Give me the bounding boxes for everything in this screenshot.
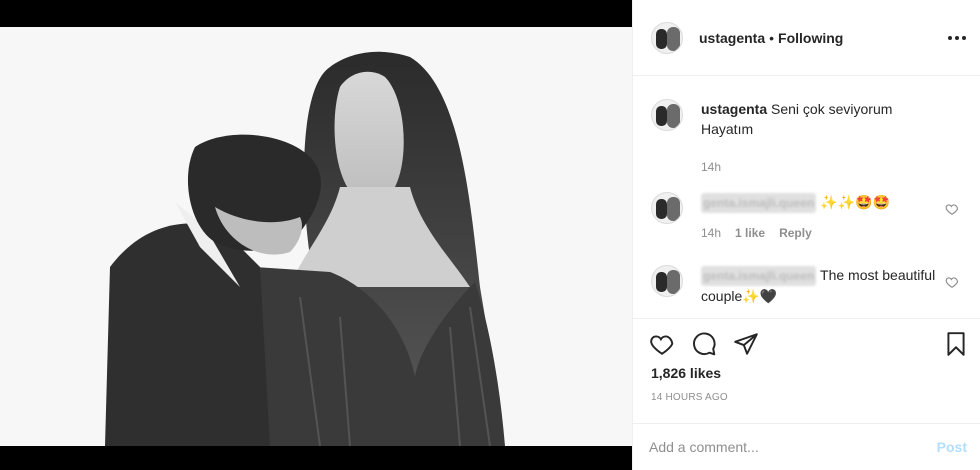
comment-item: genta.ismajli.queen The most beautiful c… — [651, 265, 971, 306]
caption-avatar[interactable] — [651, 99, 683, 131]
post-media[interactable] — [0, 0, 632, 470]
post-actions: 1,826 likes 14 HOURS AGO — [633, 318, 980, 428]
reply-button[interactable]: Reply — [779, 223, 812, 243]
post-photo[interactable] — [0, 27, 632, 446]
bookmark-icon[interactable] — [943, 331, 969, 357]
author-username[interactable]: ustagenta — [699, 30, 765, 46]
comment-input[interactable] — [649, 439, 919, 455]
separator-dot: • — [769, 29, 775, 46]
commenter-avatar[interactable] — [651, 265, 683, 297]
header-text: ustagenta • Following — [699, 30, 843, 46]
post-timestamp[interactable]: 14 HOURS AGO — [651, 392, 728, 403]
comment-item: genta.ismajli.queen ✨✨🤩🤩 14h 1 like Repl… — [651, 192, 971, 243]
comment-like-icon[interactable] — [945, 275, 959, 289]
comment-likes[interactable]: 1 like — [735, 223, 765, 243]
add-comment-bar: Post — [633, 423, 980, 470]
post-header: ustagenta • Following — [633, 0, 980, 76]
commenter-username[interactable]: genta.ismajli.queen — [701, 193, 817, 213]
couple-photo — [0, 27, 632, 446]
comment-icon[interactable] — [691, 331, 717, 357]
post-comment-button[interactable]: Post — [937, 439, 967, 455]
caption-username[interactable]: ustagenta — [701, 101, 767, 117]
commenter-username[interactable]: genta.ismajli.queen — [701, 266, 817, 286]
comment-time[interactable]: 14h — [701, 223, 721, 243]
follow-status-button[interactable]: Following — [778, 30, 843, 46]
caption-time[interactable]: 14h — [701, 157, 721, 177]
share-icon[interactable] — [733, 331, 759, 357]
comment-like-icon[interactable] — [945, 202, 959, 216]
comments-list: ustagenta Seni çok seviyorum Hayatım 14h… — [633, 77, 980, 317]
likes-count[interactable]: 1,826 likes — [651, 365, 721, 381]
post-details-panel: ustagenta • Following ustagenta Seni çok… — [632, 0, 980, 470]
like-icon[interactable] — [649, 331, 675, 357]
comment-text: ✨✨🤩🤩 — [820, 194, 890, 210]
commenter-avatar[interactable] — [651, 192, 683, 224]
more-options-icon[interactable] — [947, 28, 967, 48]
author-avatar[interactable] — [651, 21, 683, 54]
caption-row: ustagenta Seni çok seviyorum Hayatım 14h — [651, 99, 971, 177]
